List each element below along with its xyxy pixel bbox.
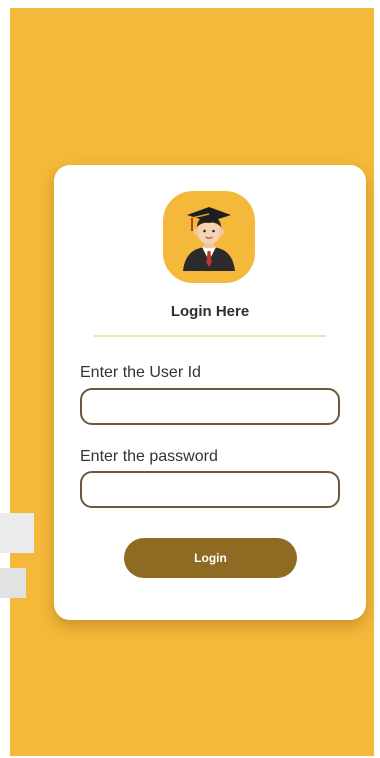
page-title: Login Here — [170, 303, 250, 320]
title-divider — [94, 335, 326, 337]
background-ghost-strip — [0, 568, 26, 598]
user-id-input[interactable] — [80, 388, 340, 425]
password-input[interactable] — [80, 471, 340, 508]
background-ghost-strip — [0, 513, 34, 553]
user-id-label: Enter the User Id — [80, 364, 201, 381]
graduate-student-icon — [183, 207, 235, 271]
password-label: Enter the password — [80, 448, 218, 465]
avatar — [163, 191, 255, 283]
login-card: Login Here Enter the User Id Enter the p… — [54, 165, 366, 620]
app-screen: Login Here Enter the User Id Enter the p… — [0, 8, 374, 756]
login-button[interactable]: Login — [124, 538, 297, 578]
